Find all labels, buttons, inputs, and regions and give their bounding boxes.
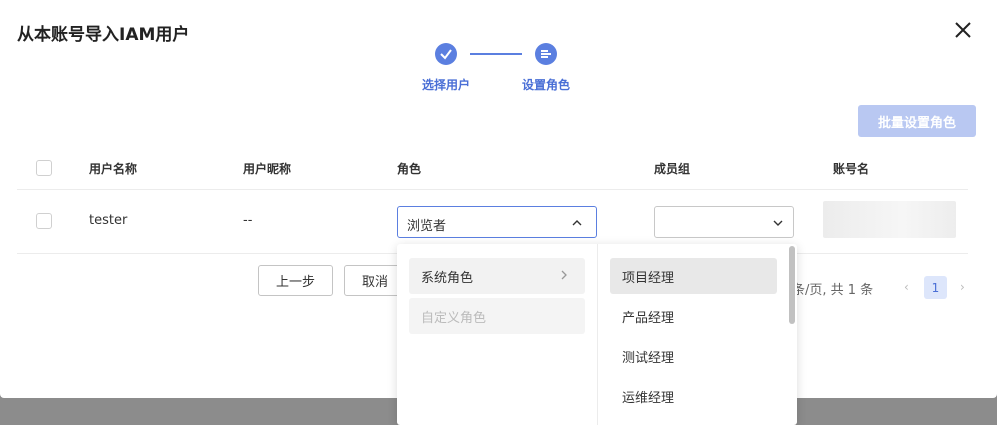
dialog-title: 从本账号导入IAM用户 [17, 25, 190, 45]
account-name-redacted [823, 201, 956, 238]
step-label-set-role: 设置角色 [522, 78, 571, 92]
group-select[interactable] [654, 206, 794, 238]
col-username: 用户名称 [89, 162, 138, 176]
cell-username: tester [89, 213, 128, 228]
pagination-summary: 条/页, 共 1 条 [792, 283, 874, 298]
step-connector [470, 53, 522, 55]
col-role: 角色 [397, 162, 422, 176]
role-option[interactable]: 产品经理 [610, 298, 777, 334]
chevron-up-icon [572, 220, 582, 226]
col-nickname: 用户昵称 [243, 162, 292, 176]
role-select[interactable]: 浏览者 [397, 206, 597, 238]
col-account: 账号名 [833, 162, 870, 176]
category-custom-roles: 自定义角色 [409, 298, 585, 334]
close-icon[interactable] [952, 19, 974, 41]
role-option[interactable]: 测试经理 [610, 338, 777, 374]
role-dropdown-panel: 系统角色 自定义角色 项目经理 产品经理 测试经理 运维经理 [397, 244, 797, 425]
dropdown-column-divider [597, 244, 598, 425]
page-prev-icon[interactable]: ‹ [904, 280, 909, 294]
prev-step-button[interactable]: 上一步 [258, 265, 333, 296]
cell-nickname: -- [243, 213, 253, 228]
dropdown-scrollbar[interactable] [789, 246, 795, 324]
step-done-check-icon [435, 43, 457, 65]
category-system-roles[interactable]: 系统角色 [409, 258, 585, 294]
category-custom-roles-label: 自定义角色 [421, 310, 487, 326]
step-label-select-user: 选择用户 [422, 78, 471, 92]
role-select-value: 浏览者 [407, 219, 447, 234]
header-divider [17, 189, 968, 190]
col-group: 成员组 [654, 162, 691, 176]
select-all-checkbox[interactable] [36, 160, 52, 176]
role-option[interactable]: 运维经理 [610, 378, 777, 414]
chevron-down-icon [773, 220, 783, 226]
step-current-list-icon [535, 43, 557, 65]
row-checkbox[interactable] [36, 213, 52, 229]
role-option[interactable]: 项目经理 [610, 258, 777, 294]
page-next-icon[interactable]: › [960, 280, 965, 294]
category-system-roles-label: 系统角色 [421, 270, 474, 286]
page-number-current[interactable]: 1 [924, 276, 947, 299]
chevron-right-icon [561, 270, 567, 280]
batch-set-role-button[interactable]: 批量设置角色 [858, 105, 976, 137]
